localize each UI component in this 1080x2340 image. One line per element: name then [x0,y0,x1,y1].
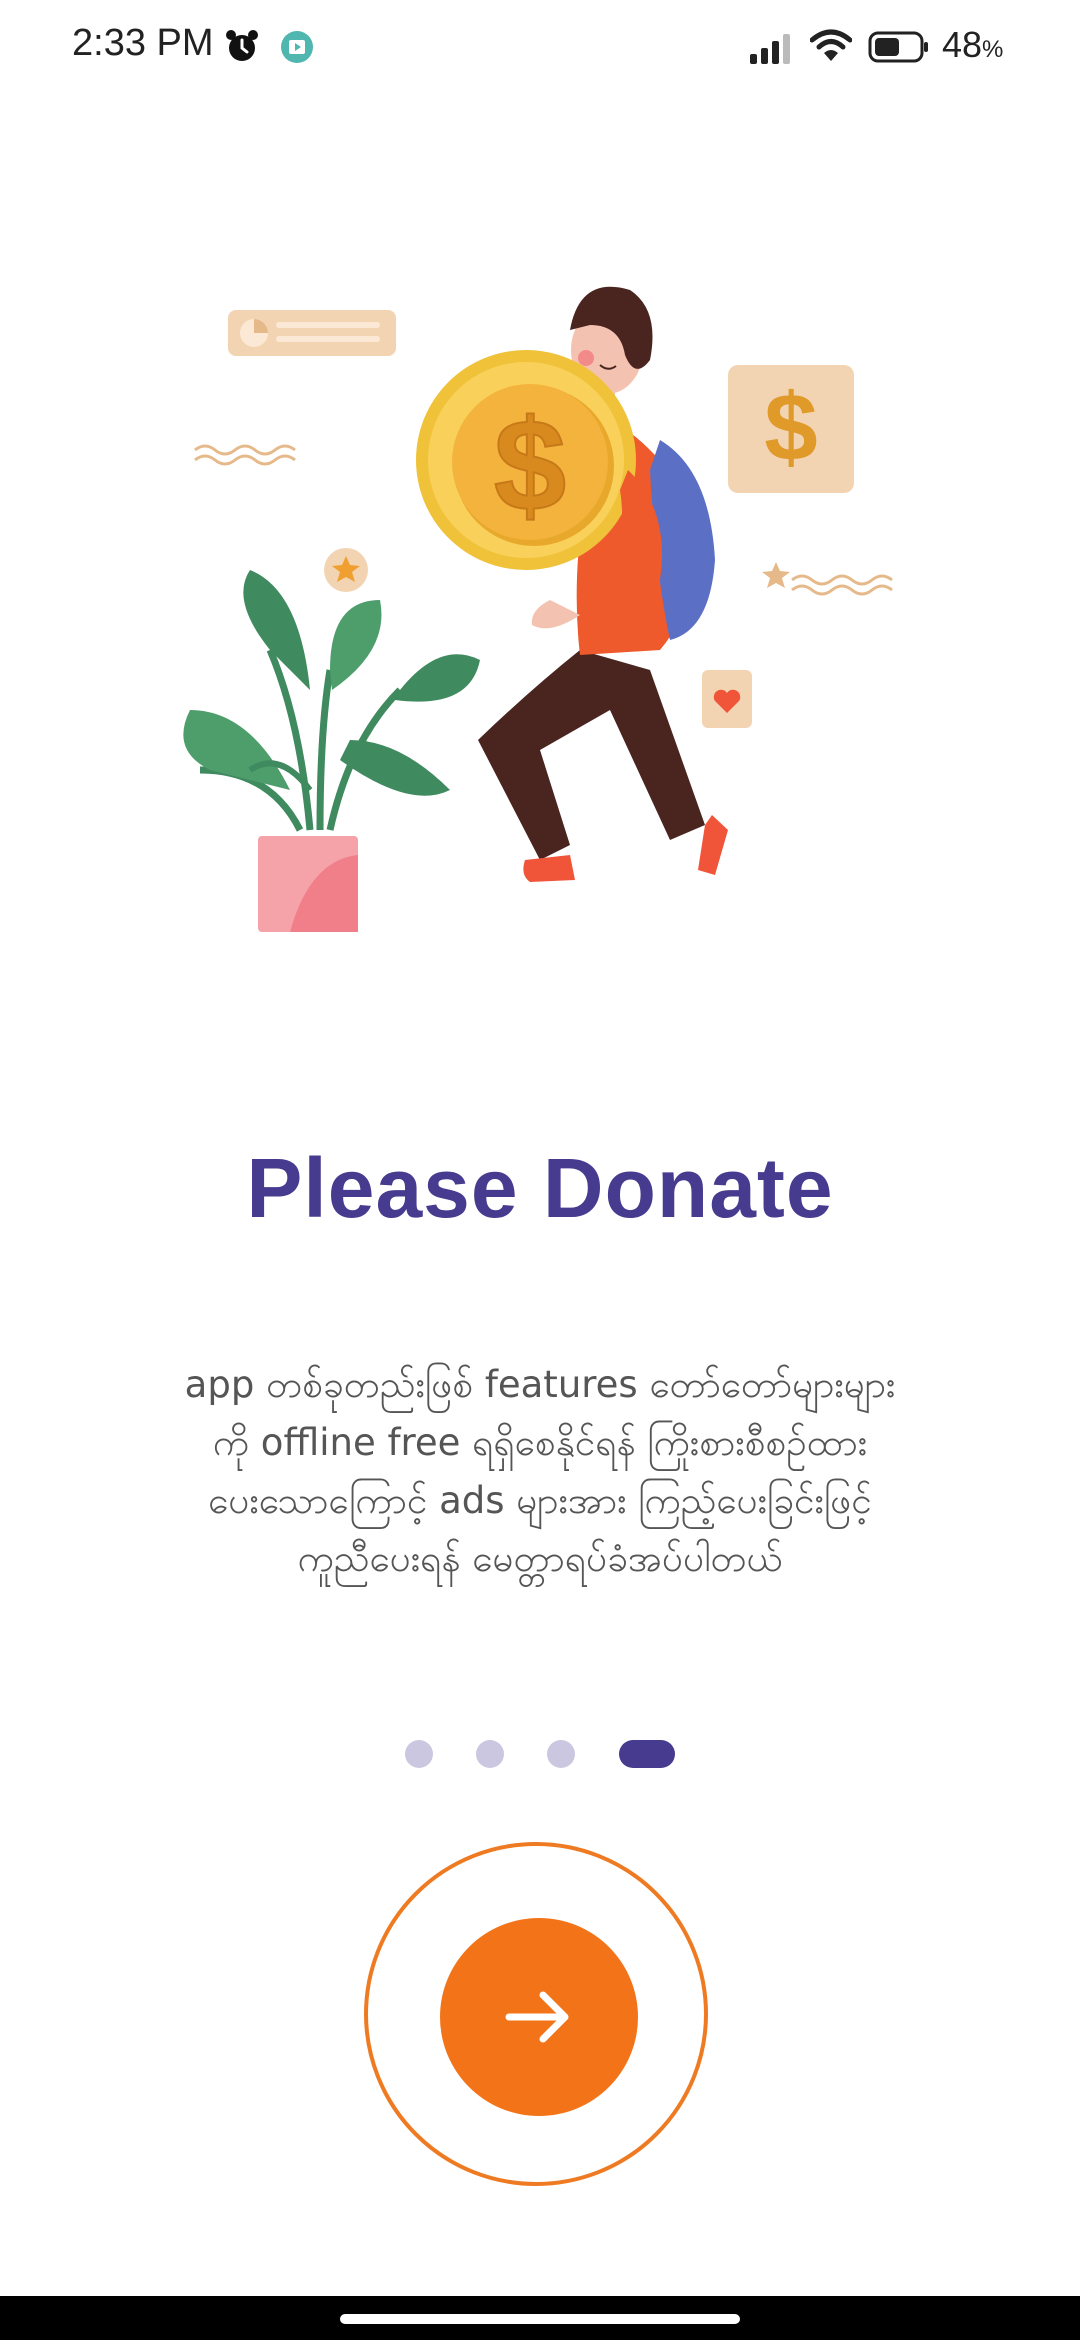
status-bar: 2:33 PM 48% [0,0,1080,96]
page-description: app တစ်ခုတည်းဖြစ် features တော်တော်များမ… [120,1356,960,1588]
dollar-card-icon: $ [728,365,854,493]
page-indicator [0,1736,1080,1768]
signal-icon [750,34,790,64]
heart-card-icon [702,670,752,728]
star-badge-icon [324,548,368,592]
description-line: ကူညီပေးရန် မေတ္တာရပ်ခံအပ်ပါတယ် [297,1537,783,1580]
svg-text:$: $ [764,374,817,481]
home-indicator[interactable] [340,2314,740,2324]
battery-icon [868,31,928,63]
description-line: app တစ်ခုတည်းဖြစ် features တော်တော်များမ… [184,1363,896,1406]
plant-icon [183,570,480,932]
status-time: 2:33 PM [72,22,214,64]
alarm-icon [226,30,258,61]
next-button[interactable] [440,1918,638,2116]
coin-icon: $ [416,350,636,570]
page-dot-3[interactable] [547,1740,575,1768]
battery-percent: 48% [942,24,1004,65]
description-line: ပေးသောကြောင့် ads များအား ကြည့်ပေးခြင်းဖ… [208,1479,872,1522]
chart-card-icon [228,310,396,356]
page-title: Please Donate [246,1141,834,1235]
arrow-right-icon [505,1991,569,2043]
media-icon [281,31,313,63]
star-icon [762,562,790,588]
donation-illustration: $ $ [183,286,893,932]
page-dot-2[interactable] [476,1740,504,1768]
page-dot-4-active[interactable] [619,1740,675,1768]
page-dot-1[interactable] [405,1740,433,1768]
description-line: ကို offline free ရရှိစေနိုင်ရန် ကြိုးစား… [212,1421,868,1464]
wifi-icon [810,29,852,61]
svg-text:$: $ [494,392,566,538]
